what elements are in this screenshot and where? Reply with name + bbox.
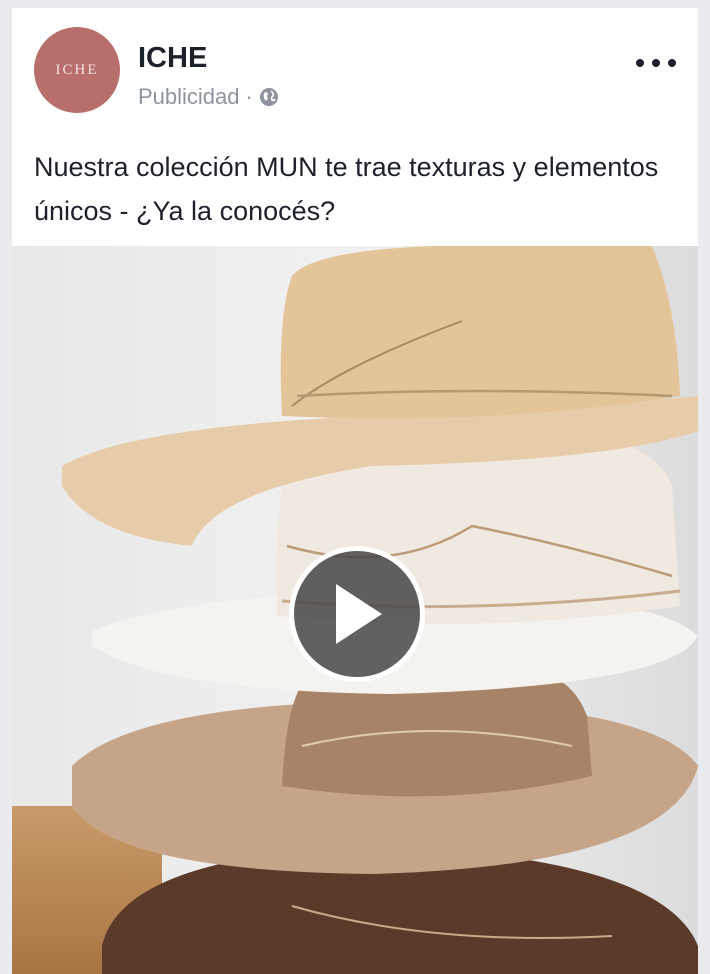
- more-dot: [636, 59, 644, 67]
- more-dot: [668, 59, 676, 67]
- sponsored-label[interactable]: Publicidad: [138, 84, 240, 110]
- more-dot: [652, 59, 660, 67]
- ad-post-card: ICHE ICHE Publicidad · Nuestra colección…: [12, 8, 698, 974]
- post-caption: Nuestra colección MUN te trae texturas y…: [34, 152, 659, 226]
- play-button[interactable]: [289, 546, 425, 682]
- post-meta: Publicidad ·: [138, 84, 279, 110]
- video-player[interactable]: [12, 246, 698, 974]
- page-name-link[interactable]: ICHE: [138, 42, 207, 75]
- avatar-logo-text: ICHE: [55, 61, 99, 78]
- globe-icon[interactable]: [259, 87, 279, 107]
- more-options-button[interactable]: [636, 52, 676, 74]
- page-avatar[interactable]: ICHE: [34, 27, 120, 113]
- meta-separator: ·: [245, 84, 253, 109]
- play-icon: [336, 584, 382, 644]
